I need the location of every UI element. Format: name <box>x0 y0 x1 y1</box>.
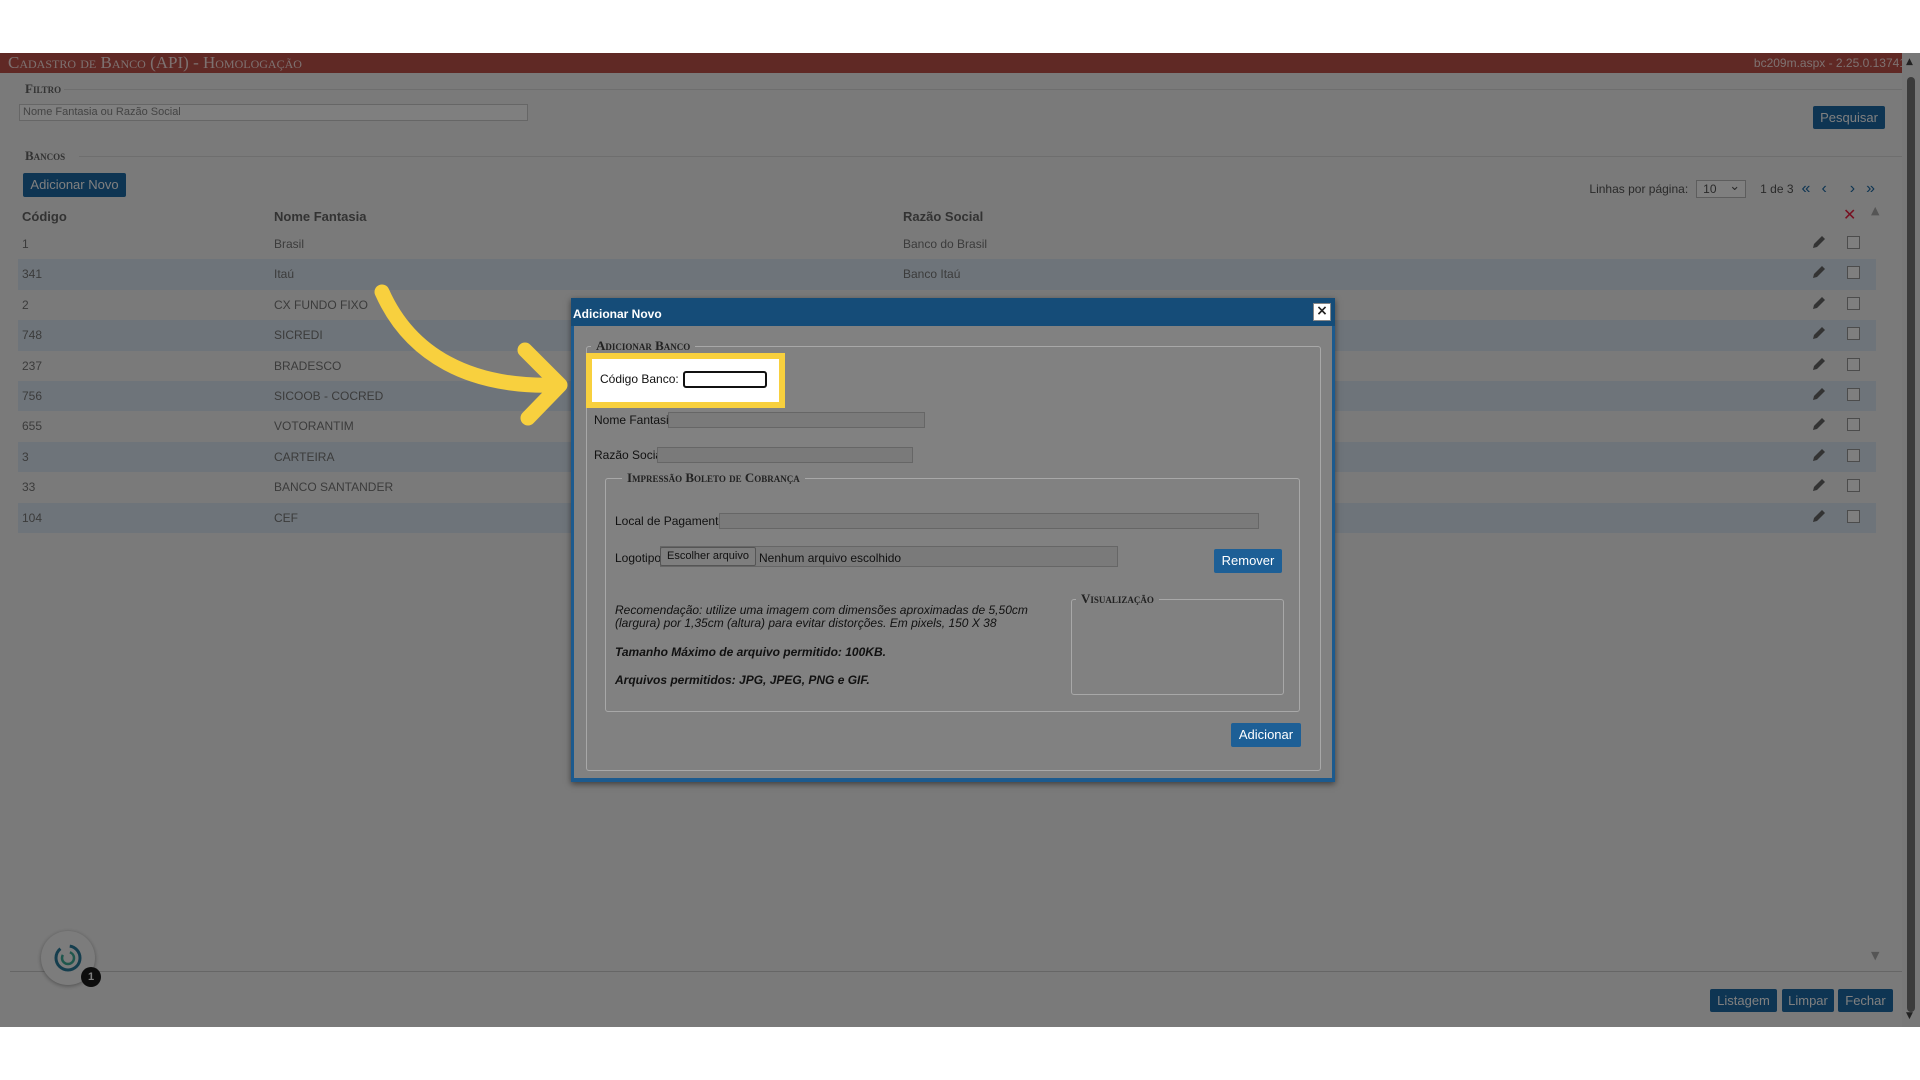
bank-code-label: Código Banco: <box>600 372 679 386</box>
print-boleto-legend: Impressão Boleto de Cobrança <box>622 470 805 486</box>
trade-name-label: Nome Fantasia: <box>594 413 679 427</box>
preview-legend: Visualização <box>1076 591 1159 607</box>
payment-place-label: Local de Pagamento: <box>615 514 729 528</box>
screen: Cadastro de Banco (API) - Homologação bc… <box>0 0 1920 1080</box>
max-size-note: Tamanho Máximo de arquivo permitido: 100… <box>615 645 886 659</box>
bank-code-input[interactable] <box>683 371 767 388</box>
close-icon[interactable]: × <box>1313 303 1331 321</box>
no-file-text: Nenhum arquivo escolhido <box>759 551 902 565</box>
preview-fieldset: Visualização <box>1071 591 1284 695</box>
recommendation-line-2: (largura) por 1,35cm (altura) para evita… <box>615 616 997 630</box>
trade-name-input[interactable] <box>668 412 925 428</box>
legal-name-input[interactable] <box>657 447 913 463</box>
payment-place-input[interactable] <box>719 513 1259 529</box>
choose-file-button[interactable]: Escolher arquivo <box>660 547 756 566</box>
add-bank-button[interactable]: Adicionar <box>1231 723 1301 747</box>
curved-arrow <box>374 284 568 426</box>
add-bank-legend: Adicionar Banco <box>591 338 696 354</box>
dialog-title: Adicionar Novo <box>571 298 1335 326</box>
remove-button[interactable]: Remover <box>1214 549 1282 573</box>
logo-label: Logotipo: <box>615 551 665 565</box>
recommendation-line-1: Recomendação: utilize uma imagem com dim… <box>615 603 1028 617</box>
allowed-files-note: Arquivos permitidos: JPG, JPEG, PNG e GI… <box>615 673 870 687</box>
